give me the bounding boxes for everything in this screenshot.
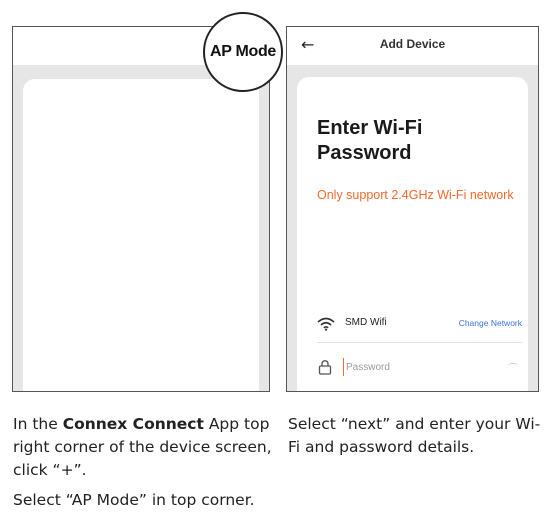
- change-network-link[interactable]: Change Network: [459, 318, 522, 328]
- wifi-network-name: SMD Wifi: [345, 317, 387, 328]
- show-password-toggle[interactable]: [508, 363, 518, 368]
- password-field[interactable]: [343, 358, 496, 376]
- page-title: Add Device: [379, 37, 446, 51]
- left-instruction-prefix: In the: [13, 415, 63, 433]
- wifi-divider: [317, 342, 522, 343]
- wifi-network-row: SMD Wifi Change Network: [317, 314, 522, 334]
- frequency-warning: Only support 2.4GHz Wi-Fi network: [317, 188, 514, 202]
- enter-wifi-heading: Enter Wi-Fi Password: [317, 117, 423, 164]
- add-device-header: ← Add Device: [287, 27, 538, 65]
- ap-mode-label: AP Mode: [209, 43, 277, 60]
- ap-mode-instruction: Select “AP Mode” in top corner.: [13, 491, 255, 509]
- app-name: Connex Connect: [62, 415, 204, 433]
- lock-icon: [317, 359, 333, 379]
- ap-mode-callout[interactable]: AP Mode: [203, 12, 283, 92]
- right-instruction: Select “next” and enter your Wi-Fi and p…: [288, 415, 541, 456]
- right-phone-screenshot: ← Add Device: [286, 26, 539, 392]
- password-row: [317, 357, 522, 379]
- left-instruction: In the Connex Connect App top right corn…: [13, 413, 283, 482]
- wifi-icon: [317, 316, 335, 335]
- left-content-card: [23, 79, 259, 391]
